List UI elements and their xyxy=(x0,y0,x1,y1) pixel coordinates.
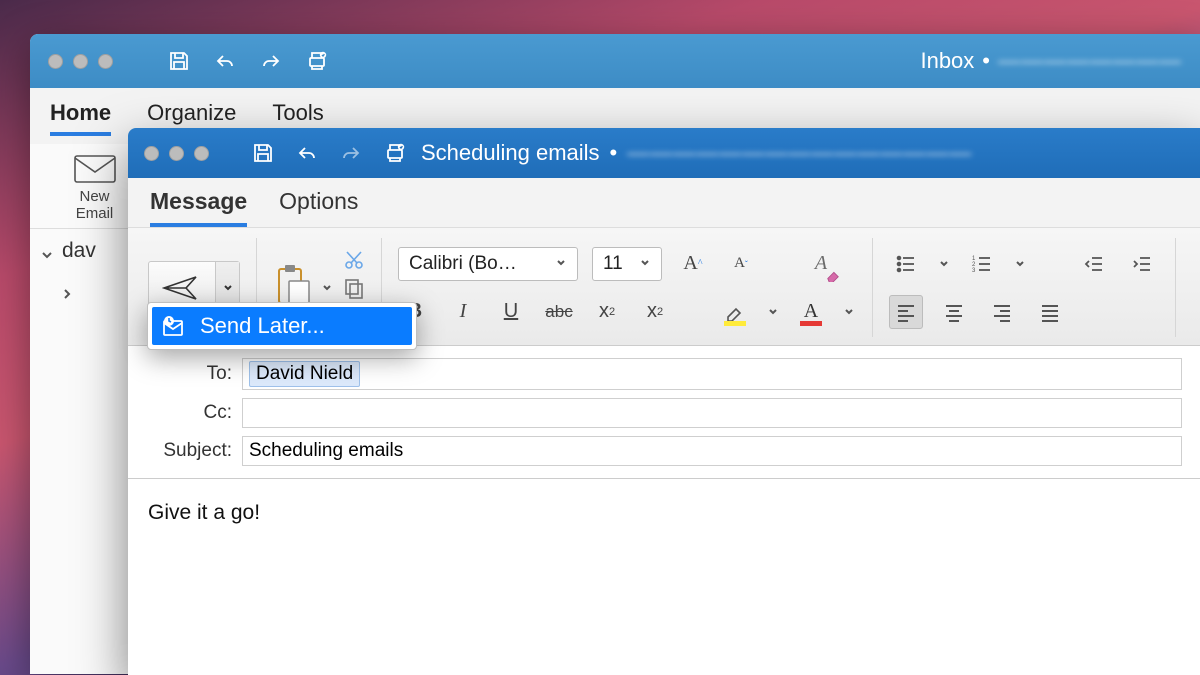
increase-indent-button[interactable] xyxy=(1125,247,1159,281)
eraser-icon xyxy=(826,268,840,282)
close-window-button[interactable] xyxy=(144,146,159,161)
print-icon[interactable] xyxy=(383,141,407,165)
numbered-list-dropdown[interactable] xyxy=(1013,259,1027,269)
compose-window-title: Scheduling emails xyxy=(421,140,600,166)
cc-field[interactable] xyxy=(242,398,1182,428)
decrease-indent-button[interactable] xyxy=(1077,247,1111,281)
recipient-chip[interactable]: David Nield xyxy=(249,361,360,387)
zoom-window-button[interactable] xyxy=(194,146,209,161)
highlight-color-dropdown[interactable] xyxy=(766,307,780,317)
send-later-menu-item[interactable]: Send Later... xyxy=(152,307,412,345)
redo-icon[interactable] xyxy=(339,141,363,165)
subject-field[interactable]: Scheduling emails xyxy=(242,436,1182,466)
compose-titlebar: Scheduling emails • ——————————————— xyxy=(128,128,1200,178)
minimize-window-button[interactable] xyxy=(169,146,184,161)
numbered-list-button[interactable]: 123 xyxy=(965,247,999,281)
align-right-button[interactable] xyxy=(985,295,1019,329)
compose-tabs: Message Options xyxy=(128,178,1200,228)
font-family-select[interactable]: Calibri (Bo… xyxy=(398,247,578,281)
scissors-icon xyxy=(343,249,365,271)
message-header-fields: To: David Nield Cc: Subject: Scheduling … xyxy=(128,346,1200,479)
to-label: To: xyxy=(146,363,242,385)
copy-icon xyxy=(343,277,365,299)
compose-window: Scheduling emails • ——————————————— Mess… xyxy=(128,128,1200,675)
font-color-dropdown[interactable] xyxy=(842,307,856,317)
zoom-window-button[interactable] xyxy=(98,54,113,69)
bulleted-list-dropdown[interactable] xyxy=(937,259,951,269)
chevron-down-icon xyxy=(223,283,233,293)
bulleted-list-button[interactable] xyxy=(889,247,923,281)
redo-icon[interactable] xyxy=(259,49,283,73)
grow-font-button[interactable]: A^ xyxy=(676,247,710,281)
envelope-icon xyxy=(73,154,117,184)
close-window-button[interactable] xyxy=(48,54,63,69)
paste-dropdown[interactable] xyxy=(321,281,335,295)
cut-button[interactable] xyxy=(343,249,365,271)
tab-home[interactable]: Home xyxy=(50,100,111,136)
to-field[interactable]: David Nield xyxy=(242,358,1182,390)
chevron-down-icon xyxy=(555,253,567,275)
cc-label: Cc: xyxy=(146,402,242,424)
account-name-blurred: ———————— xyxy=(998,48,1182,74)
svg-text:3: 3 xyxy=(972,268,976,274)
chevron-down-icon xyxy=(639,253,651,275)
strikethrough-button[interactable]: abc xyxy=(542,295,576,329)
superscript-button[interactable]: x2 xyxy=(638,295,672,329)
align-justify-button[interactable] xyxy=(1033,295,1067,329)
undo-icon[interactable] xyxy=(213,49,237,73)
message-body[interactable]: Give it a go! xyxy=(128,479,1200,675)
undo-icon[interactable] xyxy=(295,141,319,165)
font-size-select[interactable]: 11 xyxy=(592,247,662,281)
minimize-window-button[interactable] xyxy=(73,54,88,69)
send-later-icon xyxy=(162,315,188,337)
shrink-font-button[interactable]: Aˇ xyxy=(724,247,758,281)
font-color-button[interactable]: A xyxy=(794,295,828,329)
clear-formatting-button[interactable]: A xyxy=(804,247,838,281)
tab-message[interactable]: Message xyxy=(150,188,247,227)
underline-button[interactable]: U xyxy=(494,295,528,329)
align-center-button[interactable] xyxy=(937,295,971,329)
send-dropdown-menu: Send Later... xyxy=(147,302,417,350)
tab-options[interactable]: Options xyxy=(279,188,358,227)
subscript-button[interactable]: x2 xyxy=(590,295,624,329)
compose-window-controls xyxy=(128,146,225,161)
highlight-color-button[interactable] xyxy=(718,295,752,329)
account-name-blurred: ——————————————— xyxy=(627,140,972,166)
chevron-down-icon xyxy=(40,244,54,258)
save-icon[interactable] xyxy=(167,49,191,73)
print-icon[interactable] xyxy=(305,49,329,73)
copy-button[interactable] xyxy=(343,277,365,299)
highlighter-icon xyxy=(724,301,746,323)
save-icon[interactable] xyxy=(251,141,275,165)
paper-plane-icon xyxy=(162,273,202,303)
italic-button[interactable]: I xyxy=(446,295,480,329)
chevron-right-icon xyxy=(60,283,74,297)
align-left-button[interactable] xyxy=(889,295,923,329)
main-titlebar: Inbox • ———————— xyxy=(30,34,1200,88)
subject-label: Subject: xyxy=(146,440,242,462)
window-controls xyxy=(30,54,131,69)
main-window-title: Inbox xyxy=(920,48,974,74)
